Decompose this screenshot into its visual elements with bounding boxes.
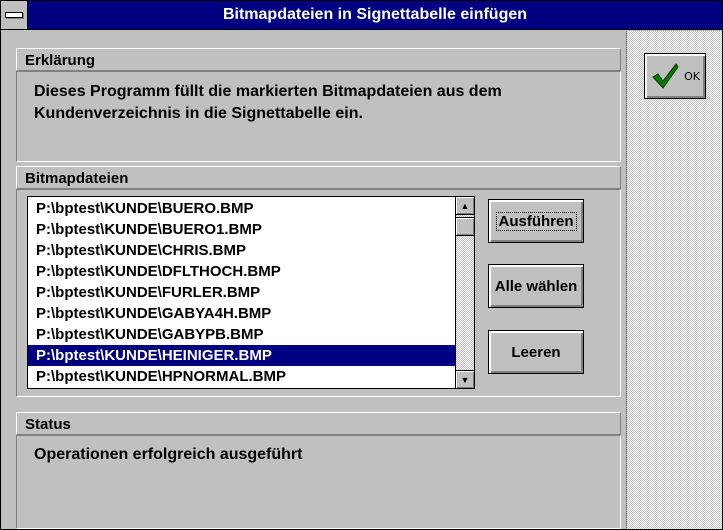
system-menu-button[interactable] <box>1 1 28 29</box>
select-all-label: Alle wählen <box>494 277 578 295</box>
dialog-window: Bitmapdateien in Signettabelle einfügen … <box>0 0 723 530</box>
execute-label: Ausführen <box>495 211 577 231</box>
button-panel-background <box>627 31 722 529</box>
clear-button[interactable]: Leeren <box>488 330 584 374</box>
status-header: Status <box>16 412 621 435</box>
explanation-header: Erklärung <box>16 48 621 71</box>
status-panel: Operationen erfolgreich ausgeführt <box>16 435 621 529</box>
list-scrollbar[interactable]: ▲ ▼ <box>455 197 474 388</box>
arrow-down-icon: ▼ <box>460 374 470 385</box>
scroll-up-button[interactable]: ▲ <box>456 197 474 215</box>
file-list-item[interactable]: P:\bptest\KUNDE\BUERO1.BMP <box>28 219 455 240</box>
scroll-thumb[interactable] <box>456 217 474 236</box>
files-header: Bitmapdateien <box>16 166 621 189</box>
title-bar: Bitmapdateien in Signettabelle einfügen <box>1 1 722 30</box>
explanation-panel: Dieses Programm füllt die markierten Bit… <box>16 71 621 162</box>
execute-button[interactable]: Ausführen <box>488 199 584 243</box>
file-list-item[interactable]: P:\bptest\KUNDE\GABYPB.BMP <box>28 324 455 345</box>
explanation-text-line2: Kundenverzeichnis in die Signettabelle e… <box>34 105 363 122</box>
arrow-up-icon: ▲ <box>460 200 470 211</box>
scroll-down-button[interactable]: ▼ <box>456 370 474 388</box>
file-list-item[interactable]: P:\bptest\KUNDE\DFLTHOCH.BMP <box>28 261 455 282</box>
select-all-button[interactable]: Alle wählen <box>488 264 584 308</box>
window-title: Bitmapdateien in Signettabelle einfügen <box>222 6 528 23</box>
ok-label: OK <box>684 69 700 83</box>
system-menu-icon <box>5 12 23 18</box>
file-list-item[interactable]: P:\bptest\KUNDE\FURLER.BMP <box>28 282 455 303</box>
clear-label: Leeren <box>511 343 561 361</box>
file-list-item[interactable]: P:\bptest\KUNDE\HPNORMAL.BMP <box>28 366 455 387</box>
file-list-item[interactable]: P:\bptest\KUNDE\CHRIS.BMP <box>28 240 455 261</box>
checkmark-icon <box>652 63 679 89</box>
file-listbox[interactable]: P:\bptest\KUNDE\BUERO.BMP P:\bptest\KUNDE… <box>27 196 475 389</box>
file-list-item[interactable]: P:\bptest\KUNDE\GABYA4H.BMP <box>28 303 455 324</box>
status-text: Operationen erfolgreich ausgeführt <box>34 446 303 463</box>
file-list-item[interactable]: P:\bptest\KUNDE\BUERO.BMP <box>28 198 455 219</box>
file-list-item[interactable]: P:\bptest\KUNDE\HEINIGER.BMP <box>28 345 455 366</box>
ok-button[interactable]: OK <box>644 53 706 99</box>
explanation-text-line1: Dieses Programm füllt die markierten Bit… <box>34 83 502 100</box>
file-list: P:\bptest\KUNDE\BUERO.BMP P:\bptest\KUNDE… <box>28 198 455 387</box>
